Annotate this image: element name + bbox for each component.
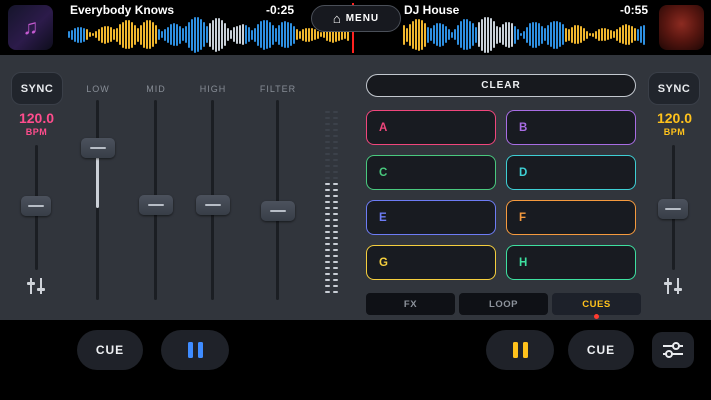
dj-app: ♫ Everybody Knows -0:25 ⌂ MENU DJ House … (0, 0, 711, 400)
right-bpm-unit: BPM (638, 127, 711, 137)
high-label: HIGH (183, 84, 243, 94)
cue-pad-h-label: H (519, 257, 527, 269)
cue-pad-c-label: C (379, 167, 387, 179)
right-play-pause-button[interactable] (486, 330, 554, 370)
tab-fx-label: FX (404, 299, 417, 310)
clear-cues-button[interactable]: CLEAR (366, 74, 636, 97)
left-waveform[interactable] (68, 16, 351, 53)
tab-cues[interactable]: CUES (552, 293, 641, 315)
right-track-time: -0:55 (620, 3, 648, 17)
cue-pad-e-label: E (379, 212, 387, 224)
cue-pad-d-label: D (519, 167, 527, 179)
tab-loop-label: LOOP (489, 299, 518, 310)
cue-pad-b-label: B (519, 122, 527, 134)
left-cue-button[interactable]: CUE (77, 330, 143, 370)
menu-button[interactable]: ⌂ MENU (311, 5, 401, 32)
right-track-title: DJ House (404, 3, 459, 17)
mini-fader-icon (25, 276, 47, 296)
right-sync-button[interactable]: SYNC (648, 72, 700, 105)
tab-fx[interactable]: FX (366, 293, 455, 315)
left-play-pause-button[interactable] (161, 330, 229, 370)
right-bpm-value: 120.0 (638, 110, 711, 126)
high-fader-handle[interactable] (196, 195, 230, 215)
left-pitch-handle[interactable] (21, 196, 51, 216)
left-track-title: Everybody Knows (70, 3, 174, 17)
filter-fader-track[interactable] (276, 100, 279, 300)
filter-label: FILTER (248, 84, 308, 94)
left-tempo-range-button[interactable] (23, 274, 49, 298)
cue-pad-e[interactable]: E (366, 200, 496, 235)
cue-pad-g-label: G (379, 257, 388, 269)
home-icon: ⌂ (333, 12, 341, 25)
mid-label: MID (126, 84, 186, 94)
top-bar: ♫ Everybody Knows -0:25 ⌂ MENU DJ House … (0, 0, 711, 55)
right-pitch-handle[interactable] (658, 199, 688, 219)
low-fader-handle[interactable] (81, 138, 115, 158)
filter-fader-handle[interactable] (261, 201, 295, 221)
right-tempo-range-button[interactable] (660, 274, 686, 298)
tab-loop[interactable]: LOOP (459, 293, 548, 315)
level-meter (325, 111, 338, 297)
left-deck-artwork[interactable]: ♫ (8, 5, 53, 50)
bottom-bar: ✕ CUE CUE (0, 320, 711, 400)
cue-pad-b[interactable]: B (506, 110, 636, 145)
cue-pad-f[interactable]: F (506, 200, 636, 235)
left-bpm-unit: BPM (0, 127, 73, 137)
right-cue-button[interactable]: CUE (568, 330, 634, 370)
sliders-icon (662, 341, 684, 359)
menu-label: MENU (346, 13, 379, 24)
left-bpm-value: 120.0 (0, 110, 73, 126)
pause-icon (513, 342, 528, 358)
notification-dot (594, 314, 599, 319)
tab-cues-label: CUES (582, 299, 610, 310)
right-waveform[interactable] (403, 16, 646, 53)
left-track-time: -0:25 (266, 3, 294, 17)
cue-pad-h[interactable]: H (506, 245, 636, 280)
cue-pad-d[interactable]: D (506, 155, 636, 190)
low-label: LOW (68, 84, 128, 94)
cue-pad-f-label: F (519, 212, 526, 224)
cue-pad-c[interactable]: C (366, 155, 496, 190)
music-note-icon: ♫ (8, 5, 53, 50)
mini-fader-icon (662, 276, 684, 296)
pause-icon (188, 342, 203, 358)
cue-pad-a[interactable]: A (366, 110, 496, 145)
mid-fader-handle[interactable] (139, 195, 173, 215)
mixer-settings-button[interactable] (652, 332, 694, 368)
cue-pad-g[interactable]: G (366, 245, 496, 280)
left-sync-button[interactable]: SYNC (11, 72, 63, 105)
cue-pad-a-label: A (379, 122, 387, 134)
right-deck-artwork[interactable] (659, 5, 704, 50)
